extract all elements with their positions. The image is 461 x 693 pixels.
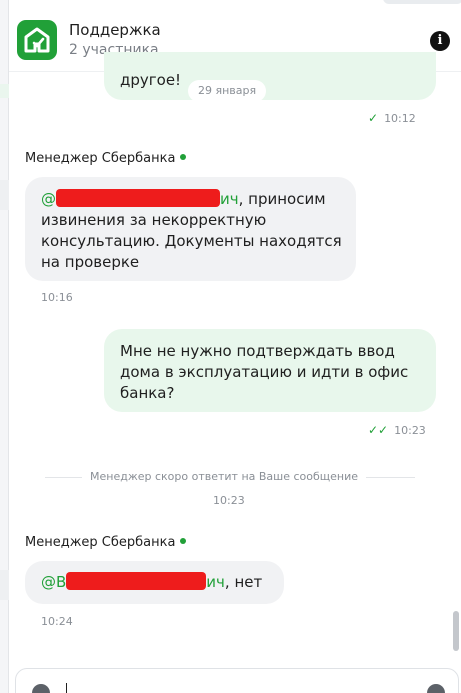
delivered-check-icon: ✓: [368, 111, 379, 125]
message-text: другое!: [120, 71, 182, 89]
message-text: банка?: [120, 384, 175, 402]
scrollbar-thumb[interactable]: [453, 611, 459, 651]
message-text: дома в эксплуатацию и идти в офис: [120, 363, 409, 381]
online-status-dot: [180, 154, 187, 160]
message-text: извинения за некорректную: [41, 211, 267, 229]
redaction-mark: [56, 189, 220, 207]
background-page-edge: [0, 0, 9, 693]
redaction-mark: [66, 572, 207, 590]
online-status-dot: [180, 538, 187, 544]
outgoing-message: Мне не нужно подтверждать ввод дома в эк…: [104, 329, 436, 412]
attach-icon[interactable]: [32, 684, 50, 693]
incoming-message: @ ич, приносим извинения за некорректную …: [25, 177, 356, 281]
outgoing-message: другое!: [104, 52, 436, 100]
message-input[interactable]: [15, 668, 459, 693]
top-partial-button[interactable]: [383, 0, 461, 4]
sber-home-logo-icon: [17, 20, 57, 60]
scrollbar-track[interactable]: [451, 72, 461, 668]
incoming-message: @В ич, нет: [25, 561, 284, 604]
message-text: консультацию. Документы находятся: [41, 232, 342, 250]
system-time: 10:23: [213, 494, 245, 507]
mention[interactable]: @В ич: [41, 572, 225, 591]
message-time: 10:24: [41, 615, 73, 628]
emoji-icon[interactable]: [427, 684, 445, 693]
background-list-item: [0, 570, 9, 600]
message-time: 10:16: [41, 291, 73, 304]
message-time: ✓✓ 10:23: [368, 423, 426, 437]
message-time: ✓ 10:12: [368, 111, 416, 125]
text-caret: [66, 683, 67, 693]
message-text: Мне не нужно подтверждать ввод: [120, 342, 395, 360]
message-text: на проверке: [41, 253, 140, 271]
sender-name: Менеджер Сбербанка: [25, 151, 187, 166]
info-icon[interactable]: i: [430, 31, 450, 51]
background-list-item: [0, 84, 9, 98]
system-message: Менеджер скоро ответит на Ваше сообщение: [82, 470, 367, 483]
mention[interactable]: @ ич: [41, 189, 239, 208]
date-separator: 29 января: [188, 80, 267, 102]
read-check-icon: ✓✓: [368, 423, 389, 437]
background-list-item: [0, 180, 9, 210]
chat-title: Поддержка: [69, 21, 161, 39]
sender-name: Менеджер Сбербанка: [25, 535, 187, 550]
